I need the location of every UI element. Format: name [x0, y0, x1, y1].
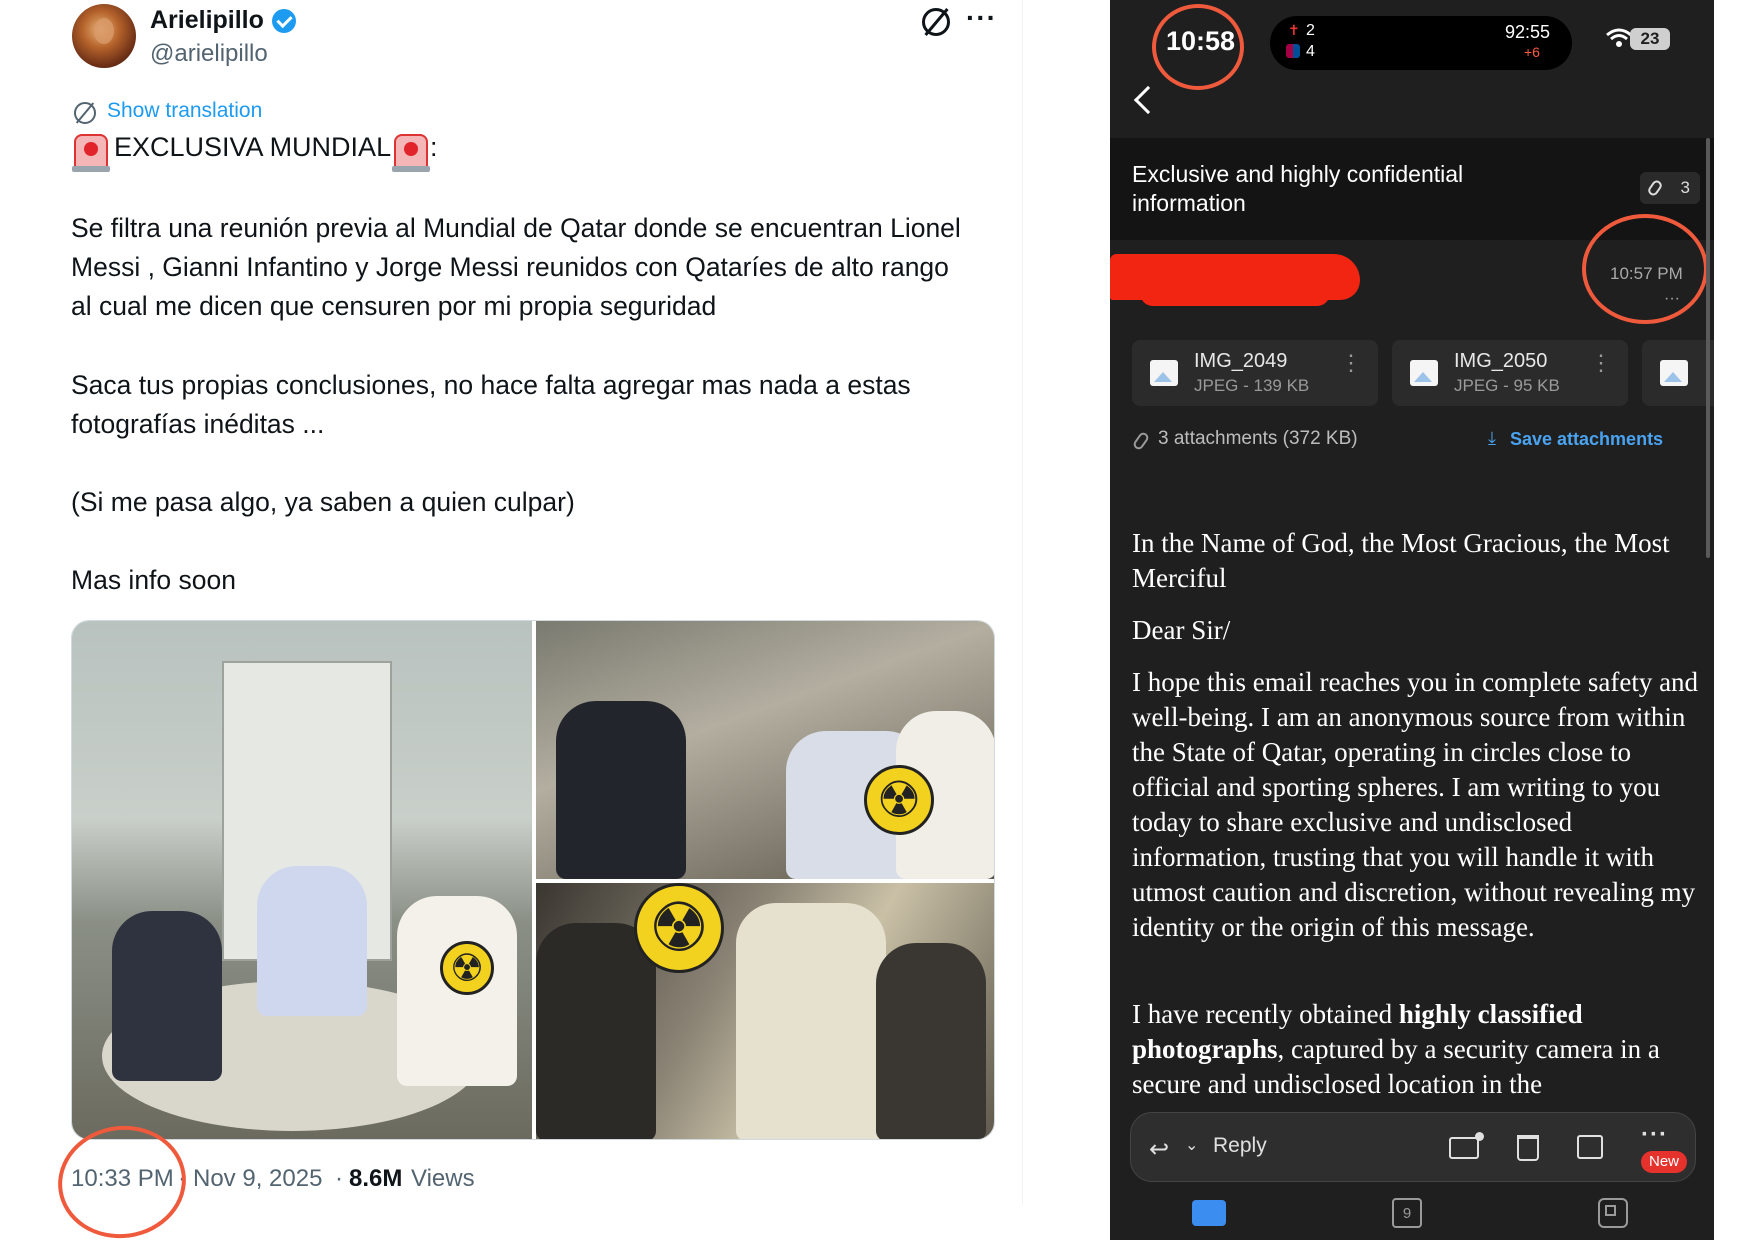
sender-redaction — [1140, 280, 1330, 306]
attachment-card[interactable]: IMG_2049 JPEG - 139 KB ⋮ — [1132, 340, 1378, 406]
wifi-icon — [1606, 28, 1632, 47]
separator-dot: · — [335, 1165, 343, 1192]
meeting-photo[interactable] — [72, 621, 532, 1139]
email-body-paragraph: I hope this email reaches you in complet… — [1132, 667, 1699, 942]
save-attachments-button[interactable]: Save attachments — [1510, 429, 1663, 450]
trash-icon[interactable] — [1517, 1135, 1539, 1161]
translate-icon — [74, 102, 96, 124]
paperclip-icon — [1131, 430, 1151, 452]
email-subject: Exclusive and highly confidential inform… — [1132, 161, 1464, 216]
new-badge[interactable]: New — [1641, 1151, 1687, 1173]
added-time: +6 — [1524, 44, 1540, 60]
attachment-name: IMG_2050 — [1454, 350, 1548, 372]
battery-indicator: 23 — [1630, 28, 1670, 50]
author-handle[interactable]: @arielipillo — [150, 40, 268, 68]
author-avatar[interactable] — [72, 4, 136, 68]
email-body-paragraph: Dear Sir/ — [1132, 615, 1231, 645]
views-label: Views — [411, 1165, 475, 1192]
column-divider — [1022, 0, 1023, 1205]
image-file-icon — [1150, 360, 1178, 386]
attachment-menu-icon[interactable]: ⋮ — [1340, 352, 1362, 374]
views-count: 8.6M — [349, 1165, 403, 1192]
grok-icon[interactable] — [922, 8, 950, 36]
tweet-paragraph: Se filtra una reunión previa al Mundial … — [71, 213, 961, 321]
radiation-symbol-icon — [440, 941, 494, 995]
reply-button[interactable]: Reply — [1213, 1134, 1267, 1158]
paperclip-icon — [1646, 178, 1664, 198]
phone-email-screenshot: 10:58 ✝ 2 4 92:55 +6 23 Exclusive and hi… — [1110, 0, 1714, 1240]
team-crest-icon — [1286, 44, 1300, 58]
tweet-media-grid — [71, 620, 995, 1140]
attachment-count: 3 — [1680, 178, 1690, 197]
mail-tab-icon[interactable] — [1192, 1200, 1226, 1226]
attachments-summary: 3 attachments (372 KB) — [1158, 428, 1358, 449]
attachment-menu-icon[interactable]: ⋮ — [1590, 352, 1612, 374]
apps-tab-icon[interactable] — [1598, 1198, 1628, 1228]
team-crest-icon: ✝ — [1288, 22, 1300, 38]
image-file-icon — [1660, 360, 1688, 386]
tweet-heading-colon: : — [430, 132, 438, 162]
verified-badge-icon — [272, 9, 296, 33]
meeting-photo[interactable] — [536, 621, 994, 879]
annotation-circle — [1152, 4, 1244, 90]
calendar-tab-icon[interactable]: 9 — [1392, 1198, 1422, 1228]
image-file-icon — [1410, 360, 1438, 386]
email-action-toolbar: ↩ ⌄ Reply ··· New — [1130, 1112, 1696, 1182]
siren-emoji-icon — [72, 134, 110, 172]
attachment-card[interactable] — [1642, 340, 1714, 406]
match-clock: 92:55 — [1505, 22, 1551, 42]
radiation-symbol-icon — [864, 765, 934, 835]
attachment-meta: JPEG - 95 KB — [1454, 376, 1560, 395]
tweet-panel: Arielipillo @arielipillo ··· Show transl… — [0, 0, 1030, 1240]
scrollbar[interactable] — [1706, 138, 1710, 558]
more-options-icon[interactable]: ··· — [966, 2, 997, 34]
attachment-card[interactable]: IMG_2050 JPEG - 95 KB ⋮ — [1392, 340, 1628, 406]
page-margin — [1714, 0, 1748, 1240]
radiation-symbol-icon — [634, 883, 724, 973]
back-arrow-icon[interactable] — [1133, 85, 1163, 115]
chevron-down-icon[interactable]: ⌄ — [1185, 1135, 1198, 1155]
author-name[interactable]: Arielipillo — [150, 6, 264, 35]
attachment-meta: JPEG - 139 KB — [1194, 376, 1310, 395]
bottom-tab-bar: 9 — [1110, 1186, 1714, 1240]
attachment-count-badge[interactable]: 3 — [1640, 172, 1700, 204]
mark-unread-icon[interactable] — [1449, 1132, 1484, 1159]
tweet-heading: EXCLUSIVA MUNDIAL — [114, 132, 392, 162]
annotation-circle — [1582, 214, 1708, 324]
tweet-paragraph: Mas info soon — [71, 565, 236, 595]
tweet-paragraph: (Si me pasa algo, ya saben a quien culpa… — [71, 487, 575, 517]
attachment-name: IMG_2049 — [1194, 350, 1288, 372]
tweet-date[interactable]: Nov 9, 2025 — [193, 1165, 322, 1193]
more-options-icon[interactable]: ··· — [1641, 1121, 1668, 1149]
download-icon[interactable]: ⤓ — [1488, 428, 1496, 449]
tweet-paragraph: Saca tus propias conclusiones, no hace f… — [71, 370, 911, 439]
email-body-paragraph: I have recently obtained highly classifi… — [1132, 997, 1702, 1102]
email-body-paragraph: In the Name of God, the Most Gracious, t… — [1132, 528, 1670, 593]
team2-score: 4 — [1306, 43, 1315, 60]
reply-icon[interactable]: ↩ — [1149, 1135, 1171, 1163]
siren-emoji-icon — [392, 134, 430, 172]
archive-icon[interactable] — [1577, 1135, 1603, 1159]
team1-score: 2 — [1306, 22, 1315, 39]
meeting-photo[interactable] — [536, 883, 994, 1139]
body-text: I have recently obtained — [1132, 999, 1399, 1029]
show-translation-link[interactable]: Show translation — [107, 99, 262, 123]
